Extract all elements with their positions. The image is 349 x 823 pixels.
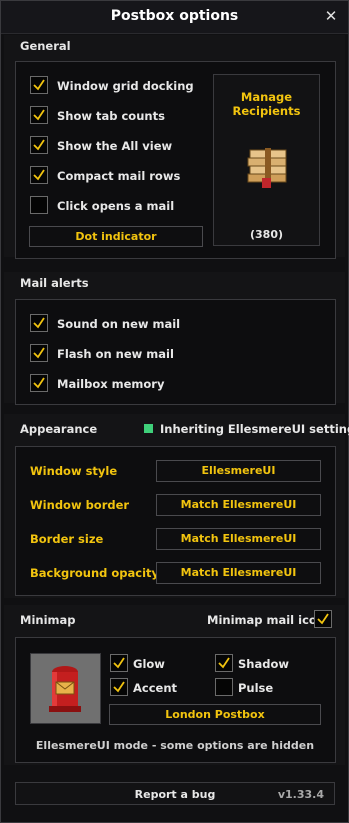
dot-indicator-button[interactable]: Dot indicator — [29, 226, 203, 247]
mailbox-memory-label: Mailbox memory — [57, 377, 165, 391]
accent-checkbox[interactable] — [110, 678, 128, 696]
postbox-preview — [30, 653, 101, 724]
shadow-label: Shadow — [238, 657, 289, 671]
window-border-dropdown[interactable]: Match EllesmereUI — [156, 494, 321, 516]
window-border-label: Window border — [30, 498, 130, 512]
flash-new-mail-checkbox[interactable] — [30, 344, 48, 362]
check-icon — [33, 109, 45, 121]
sound-new-mail-checkbox[interactable] — [30, 314, 48, 332]
appearance-label: Appearance — [20, 422, 98, 436]
check-icon — [113, 657, 125, 669]
compact-mail-rows-label: Compact mail rows — [57, 169, 181, 183]
check-icon — [33, 347, 45, 359]
check-icon — [33, 169, 45, 181]
manage-title-line1: Manage — [240, 90, 293, 104]
inherit-status-text: Inheriting EllesmereUI settings — [160, 422, 349, 436]
ellesmere-mode-note: EllesmereUI mode - some options are hidd… — [35, 739, 315, 752]
recipients-count: (380) — [249, 228, 284, 241]
show-all-view-label: Show the All view — [57, 139, 173, 153]
glow-label: Glow — [133, 657, 165, 671]
window-grid-docking-checkbox[interactable] — [30, 76, 48, 94]
sound-new-mail-label: Sound on new mail — [57, 317, 181, 331]
check-icon — [113, 681, 125, 693]
postbox-icon — [31, 654, 100, 723]
show-all-view-checkbox[interactable] — [30, 136, 48, 154]
title-bar[interactable]: Postbox options ✕ — [1, 1, 348, 34]
window-style-dropdown[interactable]: EllesmereUI — [156, 460, 321, 482]
shadow-checkbox[interactable] — [215, 654, 233, 672]
window-title: Postbox options — [110, 8, 239, 24]
version-label: v1.33.4 — [277, 788, 324, 801]
minimap-mail-icon-checkbox[interactable] — [314, 610, 332, 628]
background-opacity-label: Background opacity — [30, 566, 160, 580]
window-grid-docking-label: Window grid docking — [57, 79, 194, 93]
click-opens-mail-checkbox[interactable] — [30, 196, 48, 214]
minimap-mail-icon-label: Minimap mail icon — [207, 613, 325, 627]
check-icon — [33, 317, 45, 329]
general-label: General — [20, 39, 71, 53]
show-tab-counts-checkbox[interactable] — [30, 106, 48, 124]
manage-title-line2: Recipients — [232, 104, 301, 118]
minimap-label: Minimap — [20, 613, 76, 627]
check-icon — [317, 613, 329, 625]
manage-recipients-button[interactable]: Manage Recipients (380) — [213, 74, 320, 246]
pulse-checkbox[interactable] — [215, 678, 233, 696]
manage-recipients-title: Manage Recipients — [214, 90, 319, 118]
mailbox-memory-checkbox[interactable] — [30, 374, 48, 392]
postbox-style-dropdown[interactable]: London Postbox — [109, 704, 321, 725]
click-opens-mail-label: Click opens a mail — [57, 199, 175, 213]
border-size-label: Border size — [30, 532, 104, 546]
glow-checkbox[interactable] — [110, 654, 128, 672]
letter-bundle-icon — [247, 148, 287, 188]
check-icon — [33, 139, 45, 151]
report-bug-button[interactable]: Report a bug v1.33.4 — [15, 782, 335, 805]
check-icon — [218, 657, 230, 669]
background-opacity-dropdown[interactable]: Match EllesmereUI — [156, 562, 321, 584]
inherit-status-indicator — [144, 424, 153, 433]
window-style-label: Window style — [30, 464, 118, 478]
close-icon[interactable]: ✕ — [323, 6, 339, 26]
pulse-label: Pulse — [238, 681, 274, 695]
flash-new-mail-label: Flash on new mail — [57, 347, 174, 361]
compact-mail-rows-checkbox[interactable] — [30, 166, 48, 184]
options-window: Postbox options ✕ General Window grid do… — [0, 0, 349, 823]
accent-label: Accent — [133, 681, 178, 695]
check-icon — [33, 79, 45, 91]
border-size-dropdown[interactable]: Match EllesmereUI — [156, 528, 321, 550]
show-tab-counts-label: Show tab counts — [57, 109, 165, 123]
check-icon — [33, 377, 45, 389]
mail-alerts-label: Mail alerts — [20, 276, 89, 290]
